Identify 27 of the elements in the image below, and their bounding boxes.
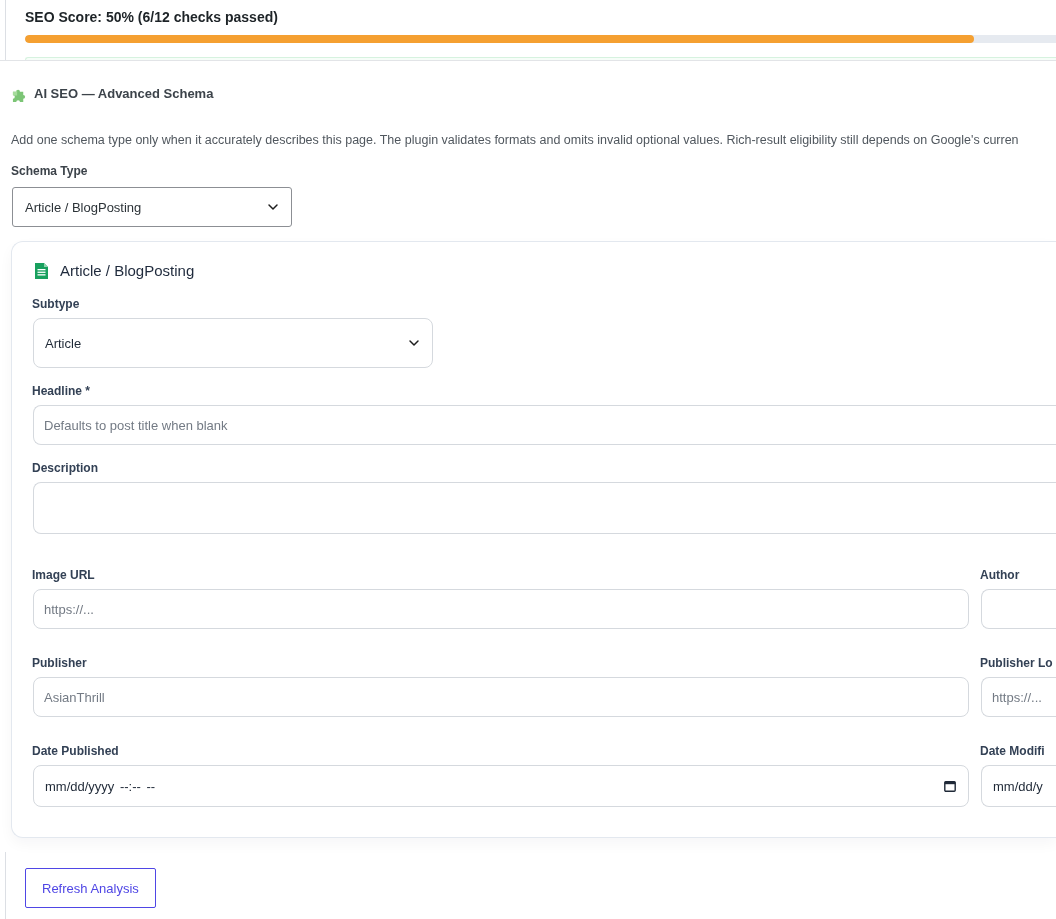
refresh-analysis-button[interactable]: Refresh Analysis (25, 868, 156, 908)
subtype-select[interactable]: Article (33, 318, 433, 368)
field-label: Publisher (32, 655, 88, 671)
text-field[interactable] (981, 589, 1056, 629)
field-label: Date Published (32, 743, 120, 759)
field-label: Author (980, 567, 1021, 583)
field-label: Description (32, 460, 99, 476)
field-label: Headline * (32, 383, 92, 399)
text-field[interactable]: AsianThrill (33, 677, 969, 717)
text-field[interactable]: Defaults to post title when blank (33, 405, 1056, 445)
metabox-title: AI SEO — Advanced Schema (34, 85, 214, 103)
seo-score-text: SEO Score: 50% (6/12 checks passed) (25, 9, 279, 25)
field-label: Image URL (32, 567, 96, 583)
field-label: Publisher Lo (980, 655, 1054, 671)
schema-type-select[interactable]: Article / BlogPosting (12, 187, 292, 227)
text-field[interactable]: https://... (33, 589, 969, 629)
date-time-field[interactable]: mm/dd/y (981, 765, 1056, 807)
field-label: Date Modifi (980, 743, 1046, 759)
card-title: Article / BlogPosting (60, 261, 195, 281)
field-label: Subtype (32, 296, 81, 312)
text-field[interactable]: https://... (981, 677, 1056, 717)
document-icon (35, 263, 48, 279)
description-text: Add one schema type only when it accurately describes this page. The plugin validates formats and omits invalid optional values. Rich-result eligibility still depends on Google's curren (11, 132, 1020, 149)
calendar-icon (944, 780, 956, 792)
textarea-field[interactable] (33, 482, 1056, 534)
date-time-field[interactable]: mm/dd/yyyy --:-- -- (33, 765, 969, 807)
field-label: Schema Type (11, 163, 89, 179)
